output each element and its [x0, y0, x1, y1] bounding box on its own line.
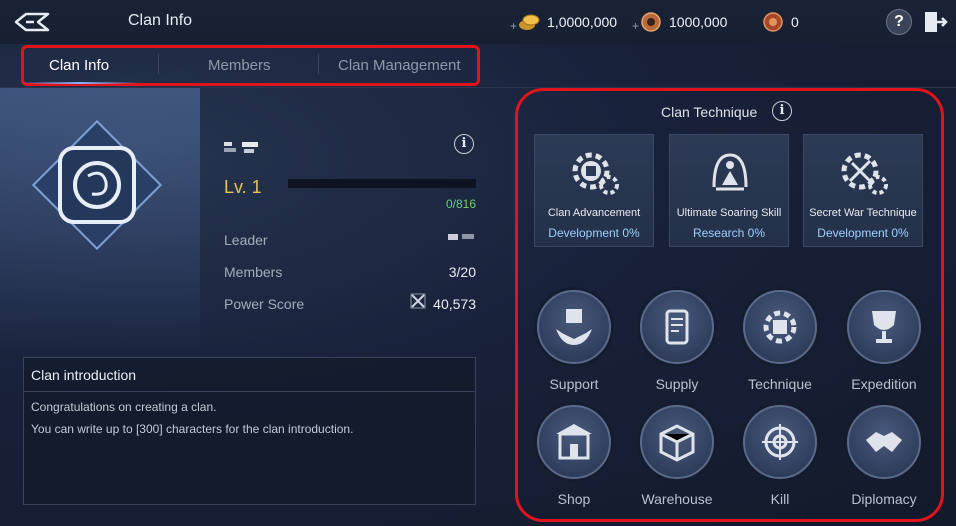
introduction-line: Congratulations on creating a clan.	[31, 400, 217, 414]
function-label: Shop	[557, 491, 591, 507]
shop-button[interactable]: Shop	[534, 405, 614, 515]
tab-divider	[158, 54, 159, 74]
kill-button[interactable]: Kill	[740, 405, 820, 515]
support-hands-icon	[556, 309, 592, 345]
leader-label: Leader	[224, 232, 268, 248]
scroll-icon	[665, 309, 689, 345]
tab-bar: Clan Info Members Clan Management	[0, 44, 956, 88]
exit-button[interactable]	[922, 8, 948, 36]
tab-members[interactable]: Members	[208, 57, 271, 74]
gem-amount: 0	[791, 14, 799, 30]
exp-progress-text: 0/816	[445, 197, 476, 211]
function-label: Support	[549, 376, 599, 392]
introduction-heading: Clan introduction	[24, 358, 475, 392]
technique-circle	[743, 290, 817, 364]
help-button[interactable]: ?	[886, 9, 912, 35]
card-name: Ultimate Soaring Skill	[676, 207, 782, 219]
technique-gear-icon	[763, 310, 797, 344]
tab-clan-management[interactable]: Clan Management	[338, 57, 461, 74]
members-count: 3/20	[448, 264, 476, 280]
crate-icon	[659, 424, 695, 462]
clan-introduction-panel[interactable]: Clan introduction Congratulations on cre…	[23, 357, 476, 505]
add-icon: +	[510, 19, 518, 33]
trophy-icon	[872, 311, 896, 343]
target-icon	[762, 424, 798, 460]
shop-circle	[537, 405, 611, 479]
members-label: Members	[224, 264, 283, 280]
back-arrow-icon	[14, 12, 50, 32]
expedition-circle	[847, 290, 921, 364]
kill-circle	[743, 405, 817, 479]
card-status: Development 0%	[817, 226, 909, 240]
diplomacy-circle	[847, 405, 921, 479]
function-label: Warehouse	[641, 491, 713, 507]
function-label: Supply	[655, 376, 699, 392]
ring-coin-icon	[641, 12, 661, 32]
tab-divider	[318, 54, 319, 74]
support-button[interactable]: Support	[534, 290, 614, 400]
clan-level: Lv. 1	[224, 177, 262, 197]
introduction-line: You can write up to [300] characters for…	[31, 422, 354, 436]
active-tab-indicator	[20, 82, 140, 84]
clan-name-redacted	[224, 142, 258, 153]
function-label: Technique	[748, 376, 812, 392]
warehouse-circle	[640, 405, 714, 479]
card-name: Clan Advancement	[547, 207, 641, 219]
power-score-value: 40,573	[433, 296, 476, 312]
handshake-icon	[866, 432, 902, 452]
clan-info-screen: Clan Info + 1,0000,000 + 1000,000 0 ? Cl…	[0, 0, 956, 526]
technique-info-button[interactable]: i	[772, 101, 792, 121]
coin-amount: 1000,000	[669, 14, 728, 30]
leader-name-redacted	[448, 234, 474, 240]
page-title: Clan Info	[128, 12, 193, 29]
warehouse-button[interactable]: Warehouse	[637, 405, 717, 515]
exp-progress-bar	[288, 179, 476, 188]
coin-resource[interactable]: + 1000,000	[632, 10, 727, 34]
support-circle	[537, 290, 611, 364]
card-name: Secret War Technique	[809, 207, 917, 219]
secret-war-technique-card[interactable]: Secret War Technique Development 0%	[803, 134, 923, 247]
gold-coin-icon	[519, 14, 540, 30]
function-label: Diplomacy	[851, 491, 917, 507]
shop-building-icon	[556, 424, 592, 460]
gold-amount: 1,0000,000	[547, 14, 618, 30]
advancement-gear-icon	[572, 152, 619, 195]
red-gem-icon	[763, 12, 783, 32]
diplomacy-button[interactable]: Diplomacy	[844, 405, 924, 515]
war-gear-icon	[841, 152, 888, 195]
function-label: Kill	[770, 491, 790, 507]
supply-circle	[640, 290, 714, 364]
gold-resource[interactable]: + 1,0000,000	[510, 10, 617, 34]
add-icon: +	[632, 19, 640, 33]
clan-advancement-card[interactable]: Clan Advancement Development 0%	[534, 134, 654, 247]
function-label: Expedition	[851, 376, 917, 392]
tab-clan-info[interactable]: Clan Info	[49, 57, 109, 74]
card-status: Development 0%	[548, 226, 640, 240]
exit-door-icon	[925, 12, 948, 32]
supply-button[interactable]: Supply	[637, 290, 717, 400]
back-button[interactable]	[12, 8, 52, 36]
gem-resource[interactable]: 0	[762, 10, 799, 34]
technique-button[interactable]: Technique	[740, 290, 820, 400]
clan-info-button[interactable]: i	[454, 134, 474, 154]
expedition-button[interactable]: Expedition	[844, 290, 924, 400]
crossed-swords-icon	[410, 293, 426, 309]
top-bar: Clan Info + 1,0000,000 + 1000,000 0 ?	[0, 0, 956, 44]
meditation-icon	[712, 153, 748, 191]
clan-emblem-icon	[31, 119, 163, 251]
technique-title: Clan Technique	[661, 104, 758, 120]
power-score-label: Power Score	[224, 296, 305, 312]
ultimate-soaring-skill-card[interactable]: Ultimate Soaring Skill Research 0%	[669, 134, 789, 247]
card-status: Research 0%	[692, 226, 766, 240]
